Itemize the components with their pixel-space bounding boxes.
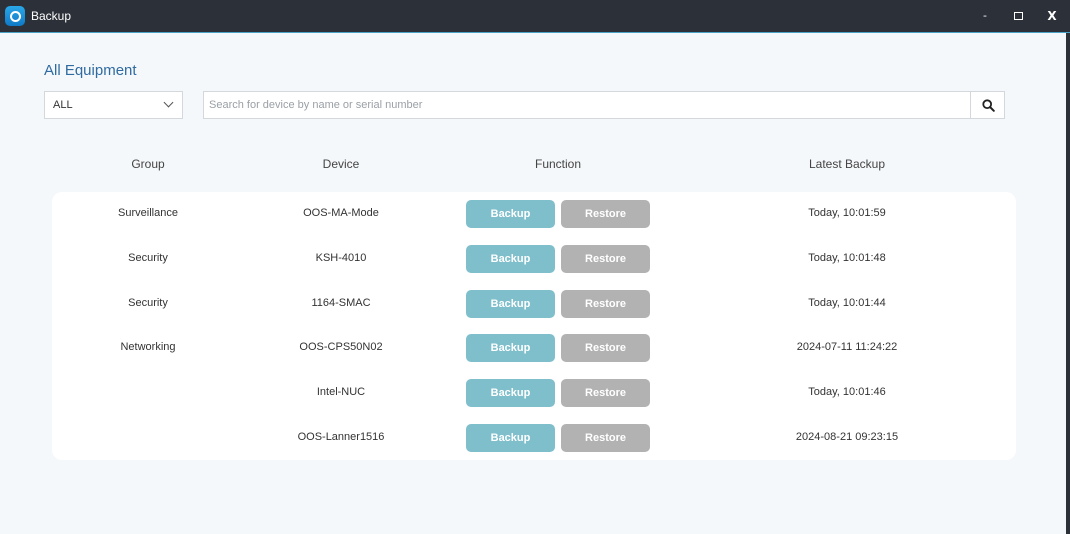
- restore-button[interactable]: Restore: [561, 290, 650, 318]
- restore-button[interactable]: Restore: [561, 200, 650, 228]
- device-cell: OOS-CPS50N02: [299, 341, 383, 353]
- table-row: Security 1164-SMAC Backup Restore Today,…: [52, 282, 1016, 326]
- search-icon: [982, 99, 995, 112]
- search-input[interactable]: [203, 91, 971, 119]
- window-title: Backup: [31, 9, 72, 23]
- table-row: Networking OOS-CPS50N02 Backup Restore 2…: [52, 326, 1016, 370]
- page-title: All Equipment: [44, 62, 137, 79]
- title-bar: Backup - X: [0, 0, 1070, 33]
- table-row: Intel-NUC Backup Restore Today, 10:01:46: [52, 371, 1016, 415]
- window-edge: [1066, 33, 1070, 534]
- table-row: OOS-Lanner1516 Backup Restore 2024-08-21…: [52, 416, 1016, 460]
- minimize-button[interactable]: -: [974, 6, 996, 26]
- table-row: Security KSH-4010 Backup Restore Today, …: [52, 237, 1016, 281]
- device-cell: KSH-4010: [315, 252, 367, 264]
- device-cell: OOS-Lanner1516: [297, 431, 385, 443]
- backup-button[interactable]: Backup: [466, 424, 555, 452]
- column-header-device: Device: [322, 157, 360, 171]
- backup-button[interactable]: Backup: [466, 245, 555, 273]
- device-cell: OOS-MA-Mode: [303, 207, 379, 219]
- column-header-latest-backup: Latest Backup: [808, 157, 886, 171]
- app-logo-icon: [5, 6, 25, 26]
- group-filter-value: ALL: [53, 99, 73, 111]
- equipment-table: Surveillance OOS-MA-Mode Backup Restore …: [52, 192, 1016, 460]
- latest-backup-cell: Today, 10:01:48: [808, 252, 886, 264]
- chevron-down-icon: [163, 97, 174, 108]
- close-button[interactable]: X: [1041, 6, 1063, 26]
- column-header-group: Group: [131, 157, 165, 171]
- latest-backup-cell: 2024-08-21 09:23:15: [795, 431, 899, 443]
- latest-backup-cell: Today, 10:01:44: [808, 297, 886, 309]
- latest-backup-cell: 2024-07-11 11:24:22: [796, 341, 898, 353]
- backup-button[interactable]: Backup: [466, 334, 555, 362]
- backup-button[interactable]: Backup: [466, 200, 555, 228]
- restore-button[interactable]: Restore: [561, 424, 650, 452]
- group-cell: Security: [128, 297, 168, 309]
- restore-button[interactable]: Restore: [561, 334, 650, 362]
- restore-button[interactable]: Restore: [561, 245, 650, 273]
- backup-button[interactable]: Backup: [466, 290, 555, 318]
- latest-backup-cell: Today, 10:01:59: [808, 207, 886, 219]
- restore-button[interactable]: Restore: [561, 379, 650, 407]
- group-filter-select[interactable]: ALL: [44, 91, 183, 119]
- column-header-function: Function: [534, 157, 582, 171]
- search-button[interactable]: [970, 91, 1005, 119]
- group-cell: Networking: [120, 341, 176, 353]
- maximize-icon: [1013, 12, 1023, 20]
- device-cell: Intel-NUC: [316, 386, 366, 398]
- maximize-button[interactable]: [1007, 6, 1029, 26]
- group-cell: Security: [128, 252, 168, 264]
- backup-button[interactable]: Backup: [466, 379, 555, 407]
- group-cell: Surveillance: [118, 207, 178, 219]
- device-cell: 1164-SMAC: [311, 297, 371, 309]
- latest-backup-cell: Today, 10:01:46: [808, 386, 886, 398]
- table-row: Surveillance OOS-MA-Mode Backup Restore …: [52, 192, 1016, 236]
